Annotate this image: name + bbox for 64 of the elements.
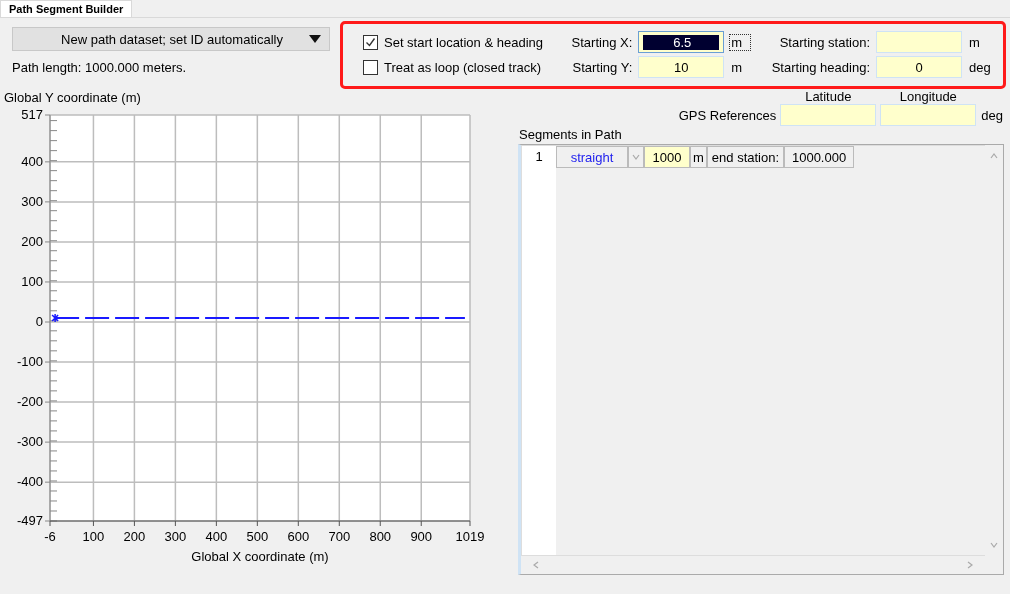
section-title: Segments in Path: [518, 126, 623, 144]
field-label: Starting Y:: [571, 59, 633, 75]
input-field[interactable]: [876, 31, 962, 53]
tick-label: -300: [16, 434, 43, 450]
dropdown-arrow-icon: [309, 35, 321, 43]
checkbox-label: Set start location & heading: [384, 34, 543, 50]
dataset-dropdown[interactable]: New path dataset; set ID automatically: [12, 27, 330, 51]
tick-label: 300: [164, 529, 187, 544]
scroll-down-icon: [989, 540, 999, 550]
tick-label: -100: [16, 354, 43, 370]
field-label: Starting station:: [778, 34, 870, 50]
input-field[interactable]: 10: [638, 56, 725, 78]
field-label: GPS References: [677, 107, 777, 123]
tick-label: -400: [16, 474, 43, 490]
tick-label: -497: [16, 513, 43, 528]
tick-label: 100: [82, 529, 105, 544]
tick-label: 1019: [455, 529, 485, 544]
tick-label: -200: [16, 394, 43, 410]
tick-label: 100: [21, 273, 43, 289]
tab[interactable]: Path Segment Builder: [0, 0, 133, 17]
tick-label: 400: [21, 153, 43, 169]
unit-label: m: [730, 34, 751, 50]
column-header: Latitude: [804, 89, 853, 104]
end-station-label: end station:: [706, 146, 785, 168]
scroll-left-icon: [531, 560, 541, 570]
checkbox[interactable]: [363, 34, 378, 50]
unit-label: deg: [980, 107, 1004, 123]
tick-label: 0: [35, 314, 43, 329]
scroll-up-icon: [989, 151, 999, 161]
dropdown-button[interactable]: [628, 146, 644, 168]
tick-label: 200: [123, 529, 146, 544]
scroll-right-icon: [965, 560, 975, 570]
input-field[interactable]: [880, 104, 977, 126]
tick-label: 900: [410, 529, 433, 544]
field-label: Starting X:: [570, 34, 633, 50]
unit-label: m: [730, 59, 744, 75]
column-header: Longitude: [898, 89, 958, 104]
input-field[interactable]: [780, 104, 877, 126]
checkbox-label: Treat as loop (closed track): [384, 59, 542, 75]
tick-label: 700: [328, 529, 351, 544]
tick-label: 500: [246, 529, 269, 544]
input-field[interactable]: 0: [876, 56, 962, 78]
end-station-value: 1000.000: [784, 146, 855, 168]
tick-label: 300: [21, 193, 43, 209]
axis-title: Global X coordinate (m): [191, 549, 329, 564]
tick-label: 800: [369, 529, 392, 544]
tick-label: 517: [21, 107, 43, 122]
unit-label: deg: [968, 59, 992, 75]
start-marker: [51, 313, 59, 323]
input-field[interactable]: 6.5: [638, 31, 725, 53]
field-label: Starting heading:: [770, 59, 870, 75]
tick-label: 600: [287, 529, 310, 544]
path-length-text: Path length: 1000.000 meters.: [12, 60, 188, 75]
axis-title: Global Y coordinate (m): [3, 89, 142, 107]
tick-label: -6: [44, 529, 56, 544]
unit-label: m: [968, 34, 981, 50]
tick-label: 400: [205, 529, 228, 544]
checkbox[interactable]: [363, 59, 378, 75]
segment-type-dropdown[interactable]: straight: [556, 146, 628, 168]
chevron-down-icon: [631, 152, 641, 162]
tick-label: 200: [21, 233, 43, 249]
length-field[interactable]: 1000: [644, 146, 690, 168]
row-number: 1: [534, 148, 544, 166]
unit-label: m: [690, 146, 707, 168]
